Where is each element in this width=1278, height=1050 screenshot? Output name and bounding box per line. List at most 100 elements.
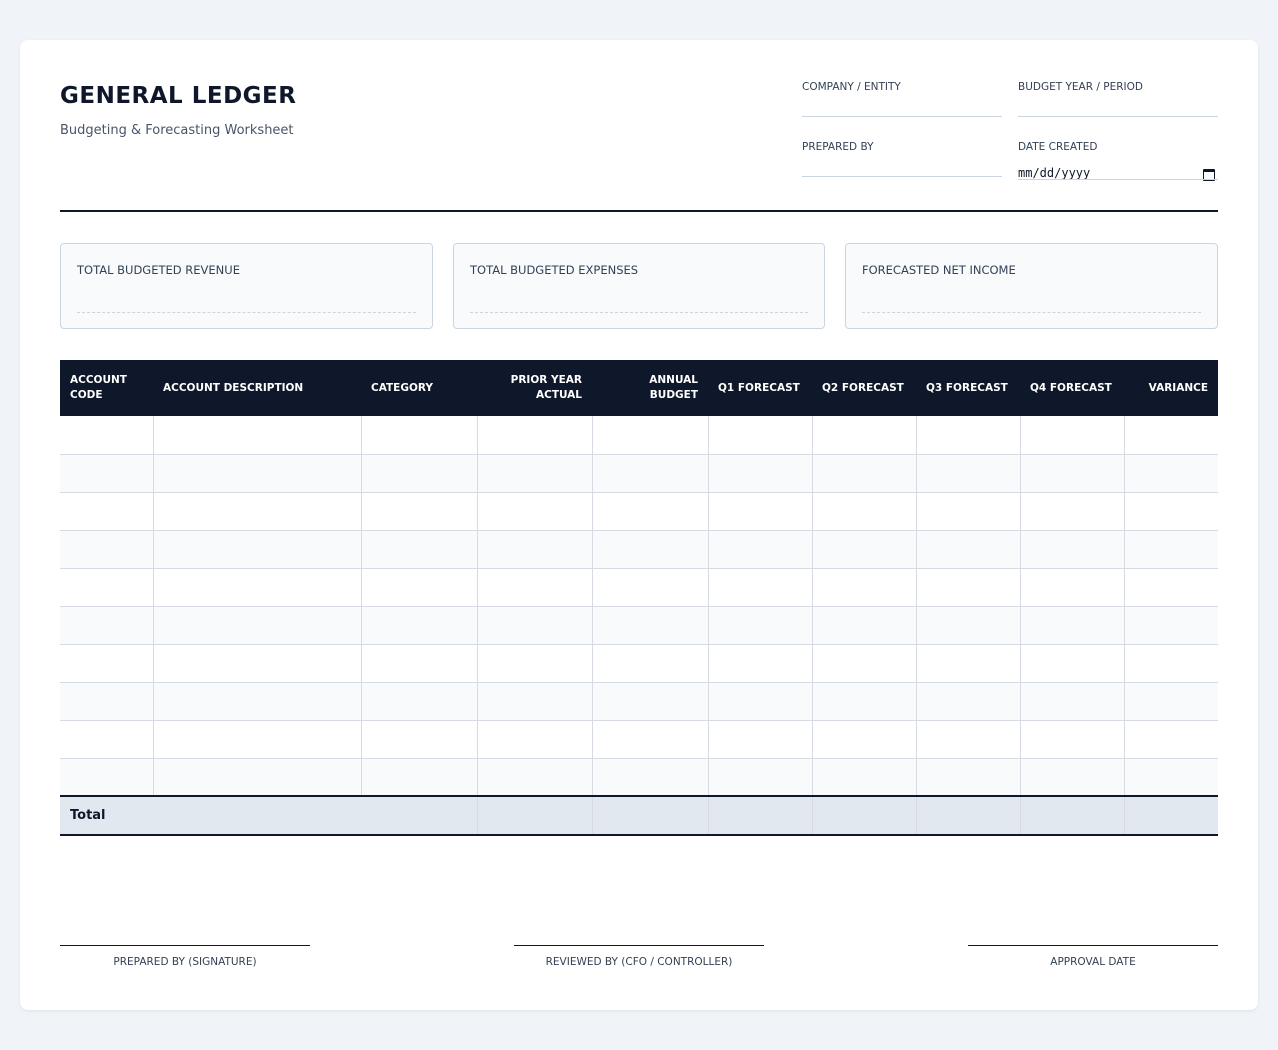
cell-q1-forecast[interactable] bbox=[707, 453, 813, 493]
cell-account-description[interactable] bbox=[152, 567, 362, 607]
cell-prior-year-actual[interactable] bbox=[476, 757, 593, 797]
cell-prior-year-actual[interactable] bbox=[476, 719, 593, 759]
cell-prior-year-actual[interactable] bbox=[476, 453, 593, 493]
cell-variance[interactable] bbox=[1123, 643, 1218, 683]
cell-account-description[interactable] bbox=[152, 453, 362, 493]
cell-q4-forecast[interactable] bbox=[1019, 643, 1125, 683]
cell-account-code[interactable] bbox=[60, 719, 154, 759]
total-annual-budget[interactable] bbox=[591, 795, 708, 836]
cell-account-description[interactable] bbox=[152, 491, 362, 531]
cell-q3-forecast[interactable] bbox=[915, 529, 1021, 569]
cell-annual-budget[interactable] bbox=[591, 605, 709, 645]
cell-prior-year-actual[interactable] bbox=[476, 416, 593, 455]
cell-q4-forecast[interactable] bbox=[1019, 491, 1125, 531]
cell-q1-forecast[interactable] bbox=[707, 719, 813, 759]
cell-q3-forecast[interactable] bbox=[915, 453, 1021, 493]
cell-q3-forecast[interactable] bbox=[915, 416, 1021, 455]
cell-account-description[interactable] bbox=[152, 605, 362, 645]
cell-annual-budget[interactable] bbox=[591, 567, 709, 607]
cell-account-code[interactable] bbox=[60, 681, 154, 721]
cell-q1-forecast[interactable] bbox=[707, 567, 813, 607]
cell-annual-budget[interactable] bbox=[591, 757, 709, 797]
cell-q4-forecast[interactable] bbox=[1019, 567, 1125, 607]
cell-account-code[interactable] bbox=[60, 491, 154, 531]
revenue-value-line[interactable] bbox=[77, 312, 416, 313]
cell-q2-forecast[interactable] bbox=[811, 416, 917, 455]
date-created-input[interactable]: mm/dd/yyyy bbox=[1018, 166, 1218, 186]
cell-category[interactable] bbox=[360, 681, 478, 721]
date-created-field[interactable]: DATE CREATED mm/dd/yyyy bbox=[1018, 141, 1218, 181]
cell-q3-forecast[interactable] bbox=[915, 605, 1021, 645]
cell-category[interactable] bbox=[360, 416, 478, 455]
prepared-by-field[interactable]: PREPARED BY bbox=[802, 141, 1002, 177]
expenses-value-line[interactable] bbox=[470, 312, 808, 313]
cell-account-code[interactable] bbox=[60, 567, 154, 607]
total-q3[interactable] bbox=[915, 795, 1020, 836]
cell-account-code[interactable] bbox=[60, 605, 154, 645]
cell-category[interactable] bbox=[360, 453, 478, 493]
cell-q2-forecast[interactable] bbox=[811, 567, 917, 607]
cell-q2-forecast[interactable] bbox=[811, 681, 917, 721]
total-prior-year[interactable] bbox=[476, 795, 592, 836]
cell-q1-forecast[interactable] bbox=[707, 416, 813, 455]
cell-q4-forecast[interactable] bbox=[1019, 757, 1125, 797]
cell-account-description[interactable] bbox=[152, 681, 362, 721]
cell-q2-forecast[interactable] bbox=[811, 605, 917, 645]
cell-q1-forecast[interactable] bbox=[707, 529, 813, 569]
cell-q1-forecast[interactable] bbox=[707, 757, 813, 797]
cell-annual-budget[interactable] bbox=[591, 681, 709, 721]
cell-account-description[interactable] bbox=[152, 757, 362, 797]
budget-period-field[interactable]: BUDGET YEAR / PERIOD bbox=[1018, 81, 1218, 117]
cell-q3-forecast[interactable] bbox=[915, 491, 1021, 531]
cell-q1-forecast[interactable] bbox=[707, 643, 813, 683]
total-q4[interactable] bbox=[1019, 795, 1124, 836]
cell-q4-forecast[interactable] bbox=[1019, 453, 1125, 493]
cell-variance[interactable] bbox=[1123, 681, 1218, 721]
cell-account-code[interactable] bbox=[60, 757, 154, 797]
cell-q4-forecast[interactable] bbox=[1019, 605, 1125, 645]
cell-account-code[interactable] bbox=[60, 529, 154, 569]
cell-q3-forecast[interactable] bbox=[915, 681, 1021, 721]
cell-prior-year-actual[interactable] bbox=[476, 529, 593, 569]
cell-q2-forecast[interactable] bbox=[811, 719, 917, 759]
cell-q3-forecast[interactable] bbox=[915, 757, 1021, 797]
cell-variance[interactable] bbox=[1123, 567, 1218, 607]
cell-prior-year-actual[interactable] bbox=[476, 643, 593, 683]
cell-variance[interactable] bbox=[1123, 719, 1218, 759]
net-income-value-line[interactable] bbox=[862, 312, 1201, 313]
cell-q4-forecast[interactable] bbox=[1019, 416, 1125, 455]
cell-prior-year-actual[interactable] bbox=[476, 605, 593, 645]
cell-q1-forecast[interactable] bbox=[707, 681, 813, 721]
company-field[interactable]: COMPANY / ENTITY bbox=[802, 81, 1002, 117]
total-q1[interactable] bbox=[707, 795, 812, 836]
cell-q2-forecast[interactable] bbox=[811, 757, 917, 797]
cell-annual-budget[interactable] bbox=[591, 491, 709, 531]
cell-annual-budget[interactable] bbox=[591, 719, 709, 759]
cell-account-code[interactable] bbox=[60, 453, 154, 493]
signature-reviewed[interactable]: REVIEWED BY (CFO / CONTROLLER) bbox=[514, 945, 764, 968]
cell-category[interactable] bbox=[360, 719, 478, 759]
cell-variance[interactable] bbox=[1123, 529, 1218, 569]
cell-category[interactable] bbox=[360, 757, 478, 797]
cell-q3-forecast[interactable] bbox=[915, 719, 1021, 759]
cell-category[interactable] bbox=[360, 605, 478, 645]
cell-prior-year-actual[interactable] bbox=[476, 567, 593, 607]
cell-category[interactable] bbox=[360, 567, 478, 607]
cell-q4-forecast[interactable] bbox=[1019, 719, 1125, 759]
cell-q3-forecast[interactable] bbox=[915, 567, 1021, 607]
cell-annual-budget[interactable] bbox=[591, 643, 709, 683]
cell-q4-forecast[interactable] bbox=[1019, 529, 1125, 569]
cell-prior-year-actual[interactable] bbox=[476, 681, 593, 721]
cell-account-description[interactable] bbox=[152, 719, 362, 759]
cell-account-code[interactable] bbox=[60, 643, 154, 683]
cell-q2-forecast[interactable] bbox=[811, 643, 917, 683]
cell-q1-forecast[interactable] bbox=[707, 605, 813, 645]
cell-annual-budget[interactable] bbox=[591, 453, 709, 493]
total-variance[interactable] bbox=[1123, 795, 1218, 836]
cell-q1-forecast[interactable] bbox=[707, 491, 813, 531]
cell-account-description[interactable] bbox=[152, 643, 362, 683]
cell-annual-budget[interactable] bbox=[591, 416, 709, 455]
cell-account-description[interactable] bbox=[152, 529, 362, 569]
signature-prepared[interactable]: PREPARED BY (SIGNATURE) bbox=[60, 945, 310, 968]
cell-q3-forecast[interactable] bbox=[915, 643, 1021, 683]
